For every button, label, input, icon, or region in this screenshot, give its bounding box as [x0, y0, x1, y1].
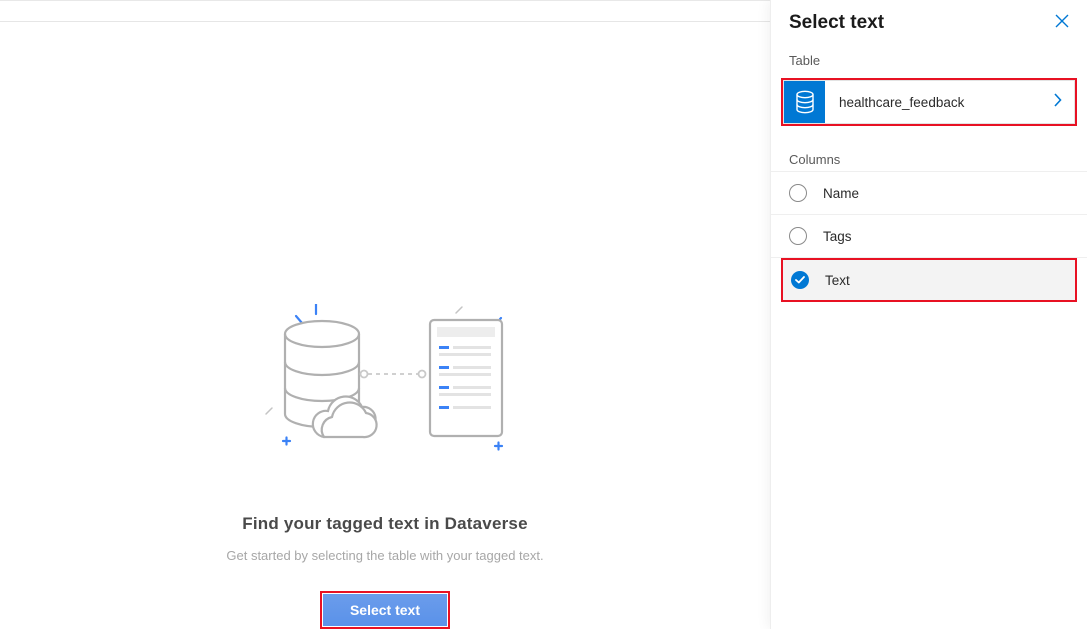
highlight-box: Select text	[320, 591, 450, 629]
dataverse-illustration	[262, 304, 522, 464]
chevron-right-icon	[1053, 93, 1062, 112]
empty-state-subtitle: Get started by selecting the table with …	[226, 548, 543, 563]
table-selector-row[interactable]: healthcare_feedback	[783, 80, 1075, 124]
empty-state-title: Find your tagged text in Dataverse	[242, 514, 527, 534]
column-label: Text	[825, 273, 850, 288]
empty-state: Find your tagged text in Dataverse Get s…	[200, 304, 570, 629]
highlight-box: Text	[781, 258, 1077, 302]
column-label: Name	[823, 186, 859, 201]
main-content-area: Find your tagged text in Dataverse Get s…	[0, 0, 770, 629]
column-option-name[interactable]: Name	[771, 171, 1087, 215]
panel-header: Select text	[771, 0, 1087, 49]
close-icon[interactable]	[1051, 10, 1073, 35]
column-label: Tags	[823, 229, 852, 244]
columns-section-label: Columns	[771, 126, 1087, 171]
panel-title: Select text	[789, 12, 884, 34]
radio-checked-icon	[791, 271, 809, 289]
radio-icon	[789, 184, 807, 202]
column-option-tags[interactable]: Tags	[771, 215, 1087, 258]
divider	[0, 21, 770, 22]
radio-icon	[789, 227, 807, 245]
select-text-button[interactable]: Select text	[323, 594, 447, 626]
database-icon	[784, 81, 825, 123]
column-option-text[interactable]: Text	[783, 260, 1075, 300]
select-text-panel: Select text Table healthcare_feedback Co…	[770, 0, 1087, 629]
table-section-label: Table	[771, 49, 1087, 78]
highlight-box: healthcare_feedback	[781, 78, 1077, 126]
table-name: healthcare_feedback	[825, 95, 1053, 110]
